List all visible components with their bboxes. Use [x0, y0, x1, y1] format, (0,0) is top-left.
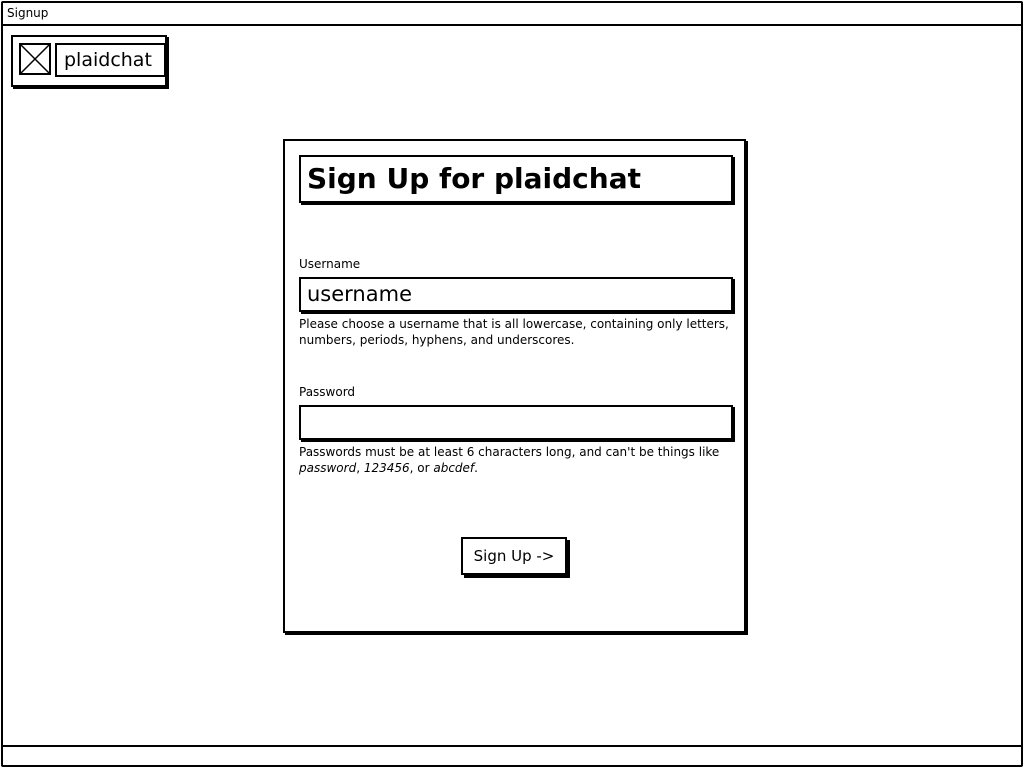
- password-help-prefix: Passwords must be at least 6 characters …: [299, 445, 720, 459]
- sign-up-button[interactable]: Sign Up ->: [461, 537, 567, 575]
- username-help-text: Please choose a username that is all low…: [299, 317, 729, 347]
- signup-form: Sign Up for plaidchat Username username …: [283, 139, 746, 633]
- username-label: Username: [299, 257, 361, 271]
- password-help-separator-2: , or: [409, 461, 434, 475]
- app-window: Signup plaidchat Sign Up for plaidchat U…: [1, 1, 1023, 767]
- window-title: Signup: [3, 3, 1021, 26]
- password-example-3: abcdef: [433, 461, 475, 475]
- placeholder-image-icon: [19, 43, 51, 75]
- password-label: Password: [299, 385, 356, 399]
- app-name: plaidchat: [55, 43, 166, 77]
- password-help-separator-1: ,: [356, 461, 364, 475]
- status-bar: [3, 745, 1021, 765]
- password-example-1: password: [299, 461, 357, 475]
- password-example-2: 123456: [363, 461, 410, 475]
- password-input[interactable]: [299, 405, 733, 440]
- form-heading: Sign Up for plaidchat: [299, 155, 733, 203]
- password-help-text: Passwords must be at least 6 characters …: [299, 444, 739, 476]
- password-help-suffix: .: [474, 461, 478, 475]
- app-logo: plaidchat: [11, 35, 167, 87]
- username-input[interactable]: username: [299, 277, 733, 312]
